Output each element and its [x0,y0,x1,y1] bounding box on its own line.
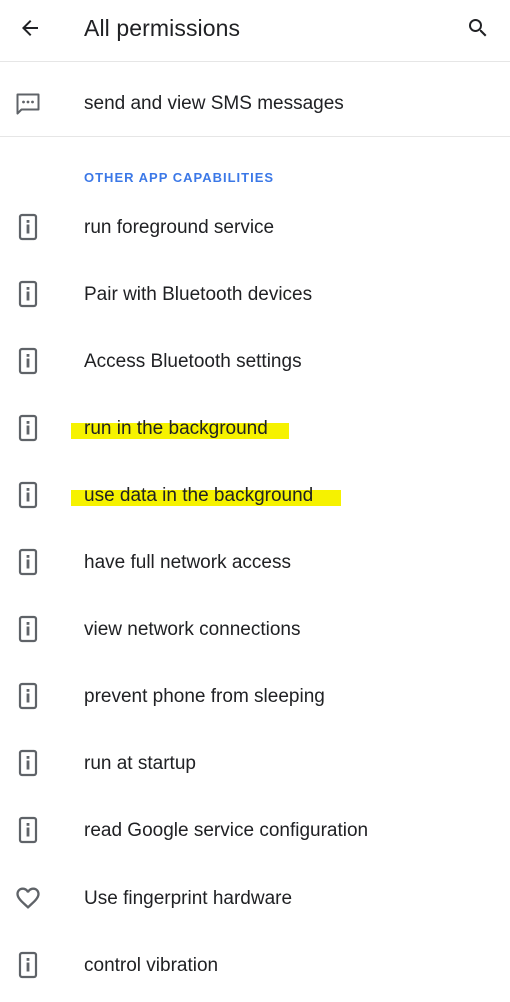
section-header: OTHER APP CAPABILITIES [84,170,275,185]
permission-row[interactable]: view network connections [0,599,510,666]
permission-row[interactable]: control vibration [0,935,510,1002]
permission-label: run in the background [84,418,268,439]
permission-row[interactable]: prevent phone from sleeping [0,666,510,733]
permission-label: use data in the background [84,485,314,506]
app-bar: All permissions [0,0,510,62]
permission-label: view network connections [84,619,301,640]
arrow-back-icon [18,16,42,45]
page-title: All permissions [84,15,241,41]
info-icon [14,615,42,643]
info-icon [14,213,42,241]
search-icon [466,16,490,45]
permission-label: Pair with Bluetooth devices [84,284,313,305]
info-icon [14,481,42,509]
permission-label: prevent phone from sleeping [84,686,325,707]
permission-label: Access Bluetooth settings [84,351,302,372]
permission-row[interactable]: Pair with Bluetooth devices [0,264,510,331]
heart-icon [14,884,42,912]
info-icon [14,951,42,979]
permission-row[interactable]: have full network access [0,532,510,599]
permission-label: run at startup [84,753,196,774]
info-icon [14,749,42,777]
back-button[interactable] [10,10,50,50]
info-icon [14,414,42,442]
info-icon [14,280,42,308]
permission-row[interactable]: run foreground service [0,197,510,264]
permission-label: control vibration [84,955,219,976]
info-icon [14,682,42,710]
permission-label: have full network access [84,552,291,573]
permission-label: run foreground service [84,217,275,238]
permission-row[interactable]: Use fingerprint hardware [0,868,510,935]
permission-row-highlighted[interactable]: run in the background [0,398,510,465]
info-icon [14,548,42,576]
permission-label: Use fingerprint hardware [84,888,293,909]
permission-row[interactable]: Access Bluetooth settings [0,331,510,398]
permission-row[interactable]: run at startup [0,733,510,800]
permission-row[interactable]: read Google service configuration [0,800,510,867]
message-icon [14,90,42,118]
search-button[interactable] [458,10,498,50]
permission-label: send and view SMS messages [84,93,344,114]
permission-label: read Google service configuration [84,820,369,841]
permission-row-highlighted[interactable]: use data in the background [0,465,510,532]
info-icon [14,347,42,375]
info-icon [14,816,42,844]
permission-row-sms[interactable]: send and view SMS messages [0,70,510,137]
